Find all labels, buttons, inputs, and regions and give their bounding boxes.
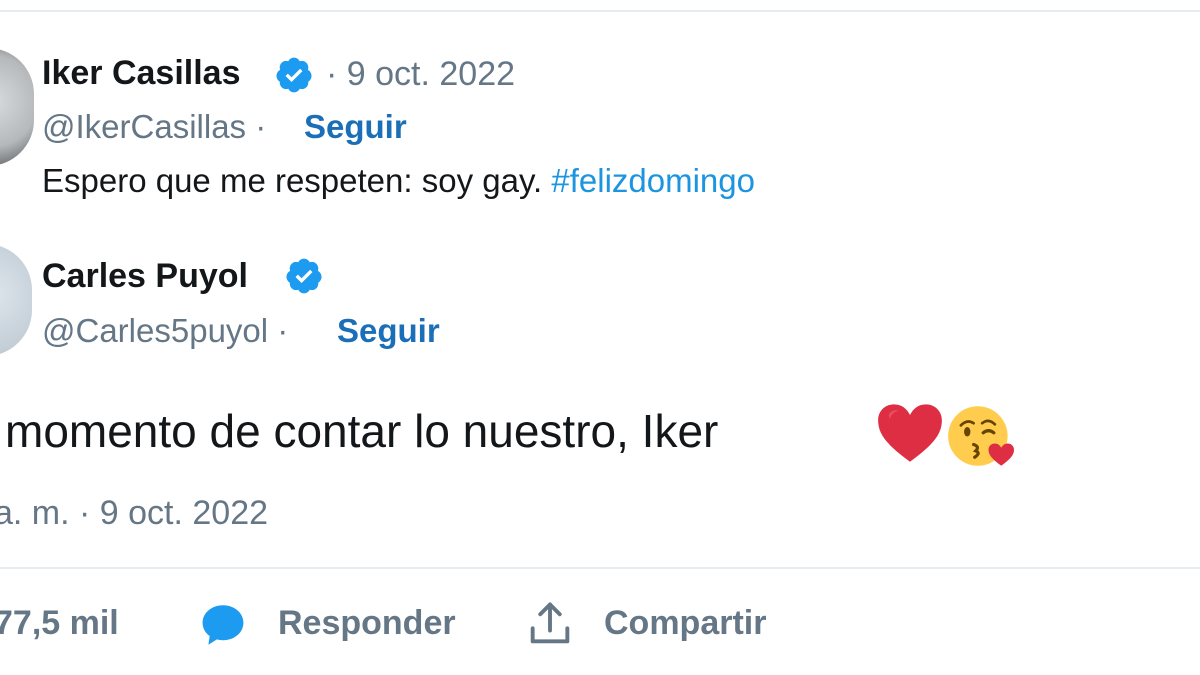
tweet-date[interactable]: · 9 oct. 2022 [326,55,515,94]
author-name[interactable]: Carles Puyol [42,257,248,296]
hashtag-link[interactable]: #felizdomingo [551,162,755,199]
red-heart-icon [878,404,942,462]
author-name[interactable]: Iker Casillas [42,54,240,93]
author-handle[interactable]: @IkerCasillas · [42,108,266,146]
reply-button[interactable]: Responder [278,604,456,643]
avatar[interactable] [0,244,32,356]
share-button[interactable]: Compartir [604,604,766,643]
face-blowing-kiss-icon [948,406,1014,466]
follow-button[interactable]: Seguir [304,108,407,146]
actions-divider [0,567,1200,569]
tweet-text: l momento de contar lo nuestro, Iker [0,405,719,457]
share-icon[interactable] [524,598,576,650]
tweet-text: Espero que me respeten: soy gay. #felizd… [42,162,755,200]
tweet-timestamp[interactable]: a. m. · 9 oct. 2022 [0,494,268,533]
top-divider [0,10,1200,12]
avatar[interactable] [0,48,34,166]
likes-count[interactable]: 77,5 mil [0,604,119,643]
verified-badge-icon [276,57,312,93]
tweet-text-body: Espero que me respeten: soy gay. [42,162,543,199]
author-handle[interactable]: @Carles5puyol · [42,312,288,350]
follow-button[interactable]: Seguir [337,312,440,350]
verified-badge-icon [286,258,322,294]
reply-bubble-icon[interactable] [198,600,248,650]
tweet-card: Iker Casillas · 9 oct. 2022 @IkerCasilla… [0,0,1200,675]
